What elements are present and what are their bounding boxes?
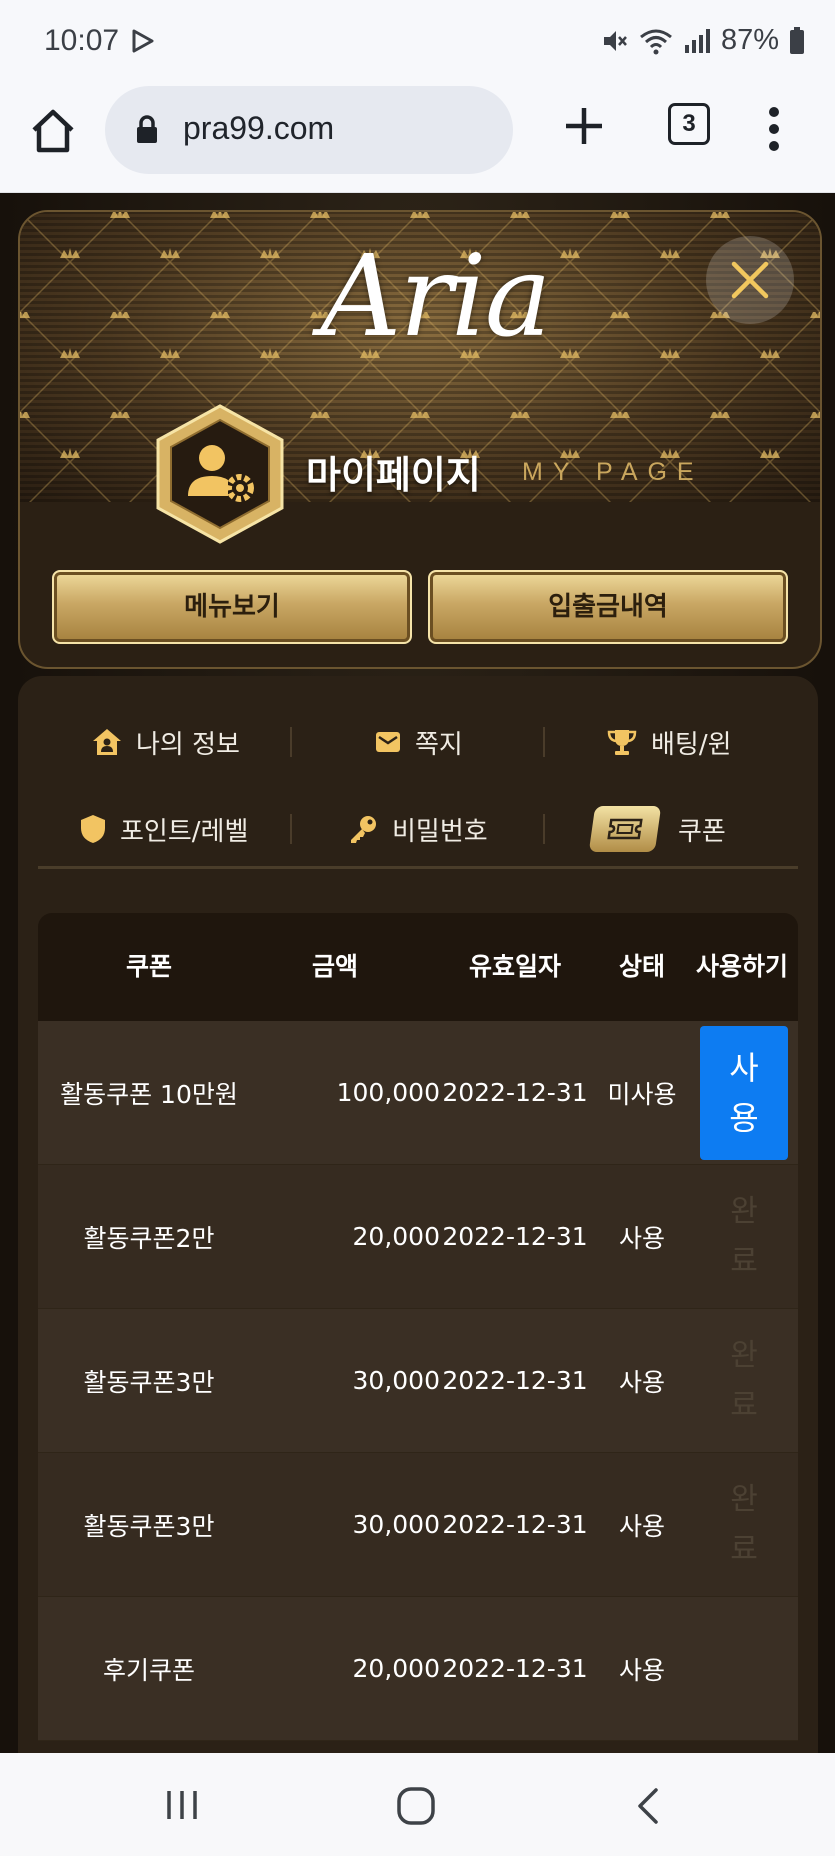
- page-subtitle: MY PAGE: [522, 458, 704, 486]
- mypage-content: 나의 정보 쪽지 배팅/윈 포인트/레벨 비밀번호 쿠폰 쿠폰 금액 유효일자 …: [18, 676, 818, 1753]
- completed-label: 완료: [730, 1337, 758, 1423]
- key-icon: [351, 816, 376, 843]
- table-row: 활동쿠폰2만 20,000 2022-12-31 사용 완료: [38, 1165, 798, 1309]
- tab-my-info[interactable]: 나의 정보: [92, 717, 240, 767]
- wifi-icon: [640, 29, 672, 54]
- header-valid-date: 유효일자: [468, 952, 561, 981]
- coupon-amount: 100,000: [336, 1078, 440, 1107]
- coupon-date: 2022-12-31: [442, 1654, 588, 1683]
- status-icons: 87%: [601, 24, 805, 57]
- lock-icon: [137, 115, 157, 143]
- home-nav-icon[interactable]: [396, 1786, 436, 1826]
- transaction-history-button[interactable]: 입출금내역: [428, 570, 788, 644]
- web-page: Aria 마이페이지 MY PAGE 메뉴보기 입출금내역 나의 정보 쪽지 배…: [0, 193, 835, 1753]
- coupon-status: 사용: [618, 1367, 665, 1397]
- tab-label: 포인트/레벨: [120, 816, 249, 847]
- trophy-icon: [607, 730, 637, 755]
- shield-icon: [81, 815, 105, 843]
- tab-messages[interactable]: 쪽지: [375, 717, 463, 767]
- coupon-status: 사용: [618, 1223, 665, 1253]
- header-amount: 금액: [311, 952, 358, 981]
- tab-label: 비밀번호: [392, 816, 488, 847]
- coupon-name: 활동쿠폰3만: [83, 1511, 215, 1541]
- coupon-date: 2022-12-31: [442, 1366, 588, 1395]
- house-user-icon: [93, 729, 121, 755]
- coupon-amount: 30,000: [352, 1510, 440, 1539]
- tab-label: 나의 정보: [136, 729, 240, 760]
- menu-divider: [38, 866, 798, 869]
- menu-separator: [543, 727, 545, 757]
- coupon-date: 2022-12-31: [442, 1510, 588, 1539]
- more-icon[interactable]: [760, 106, 788, 152]
- completed-label: 완료: [730, 1193, 758, 1279]
- coupon-table: 쿠폰 금액 유효일자 상태 사용하기 활동쿠폰 10만원 100,000 202…: [38, 913, 798, 1741]
- coupon-action: 완료: [690, 1165, 798, 1308]
- table-body: 활동쿠폰 10만원 100,000 2022-12-31 미사용 사용 활동쿠폰…: [38, 1021, 798, 1741]
- play-icon: [132, 29, 154, 53]
- menu-separator: [290, 727, 292, 757]
- coupon-amount: 20,000: [352, 1654, 440, 1683]
- coupon-action: [690, 1597, 798, 1740]
- address-bar[interactable]: pra99.com: [105, 86, 513, 174]
- signal-icon: [684, 28, 710, 53]
- ticket-icon: [607, 818, 643, 840]
- coupon-tab-highlight: [588, 806, 662, 852]
- tab-coupon[interactable]: 쿠폰: [588, 797, 726, 861]
- coupon-date: 2022-12-31: [442, 1078, 588, 1107]
- browser-toolbar: pra99.com 3: [0, 80, 835, 193]
- tab-password[interactable]: 비밀번호: [348, 804, 488, 854]
- close-button[interactable]: [706, 236, 794, 324]
- mypage-header: Aria 마이페이지 MY PAGE 메뉴보기 입출금내역: [18, 210, 822, 669]
- tab-label: 쪽지: [415, 729, 463, 760]
- home-icon[interactable]: [28, 106, 78, 156]
- tab-betting-win[interactable]: 배팅/윈: [607, 717, 732, 767]
- header-use: 사용하기: [695, 952, 788, 981]
- table-row: 활동쿠폰3만 30,000 2022-12-31 사용 완료: [38, 1453, 798, 1597]
- user-settings-badge-icon: [156, 404, 284, 544]
- battery-icon: [790, 26, 804, 54]
- plus-icon[interactable]: [562, 104, 606, 148]
- table-row: 활동쿠폰3만 30,000 2022-12-31 사용 완료: [38, 1309, 798, 1453]
- menu-view-button[interactable]: 메뉴보기: [52, 570, 412, 644]
- table-row: 활동쿠폰 10만원 100,000 2022-12-31 미사용 사용: [38, 1021, 798, 1165]
- url-text: pra99.com: [183, 110, 335, 146]
- tab-label: 배팅/윈: [651, 729, 732, 760]
- coupon-status: 사용: [618, 1511, 665, 1541]
- tab-points-level[interactable]: 포인트/레벨: [80, 804, 248, 854]
- coupon-date: 2022-12-31: [442, 1222, 588, 1251]
- completed-label: 완료: [730, 1481, 758, 1567]
- status-bar: 10:07 87%: [0, 0, 835, 80]
- menu-separator: [543, 814, 545, 844]
- coupon-name: 활동쿠폰 10만원: [60, 1079, 238, 1109]
- tab-switcher-button[interactable]: 3: [668, 103, 710, 145]
- page-title: 마이페이지: [306, 453, 481, 497]
- status-time: 10:07: [44, 24, 120, 57]
- envelope-icon: [376, 732, 400, 752]
- table-header: 쿠폰 금액 유효일자 상태 사용하기: [38, 913, 798, 1021]
- coupon-name: 후기쿠폰: [102, 1655, 195, 1685]
- coupon-name: 활동쿠폰2만: [83, 1223, 215, 1253]
- header-status: 상태: [618, 952, 665, 981]
- coupon-status: 미사용: [607, 1079, 677, 1109]
- aria-logo: Aria: [320, 232, 551, 362]
- close-icon: [731, 261, 769, 299]
- coupon-action: 완료: [690, 1453, 798, 1596]
- back-icon[interactable]: [634, 1786, 662, 1826]
- recent-apps-icon[interactable]: [165, 1788, 199, 1822]
- tab-label: 쿠폰: [678, 816, 726, 847]
- coupon-action: 사용: [690, 1021, 798, 1164]
- menu-separator: [290, 814, 292, 844]
- coupon-name: 활동쿠폰3만: [83, 1367, 215, 1397]
- mute-icon: [603, 30, 627, 51]
- coupon-amount: 30,000: [352, 1366, 440, 1395]
- coupon-action: 완료: [690, 1309, 798, 1452]
- battery-percent: 87%: [720, 24, 779, 56]
- table-row: 후기쿠폰 20,000 2022-12-31 사용: [38, 1597, 798, 1741]
- coupon-status: 사용: [618, 1655, 665, 1685]
- coupon-amount: 20,000: [352, 1222, 440, 1251]
- use-coupon-button[interactable]: 사용: [700, 1025, 788, 1160]
- system-nav-bar: [0, 1753, 835, 1856]
- header-coupon: 쿠폰: [125, 952, 172, 981]
